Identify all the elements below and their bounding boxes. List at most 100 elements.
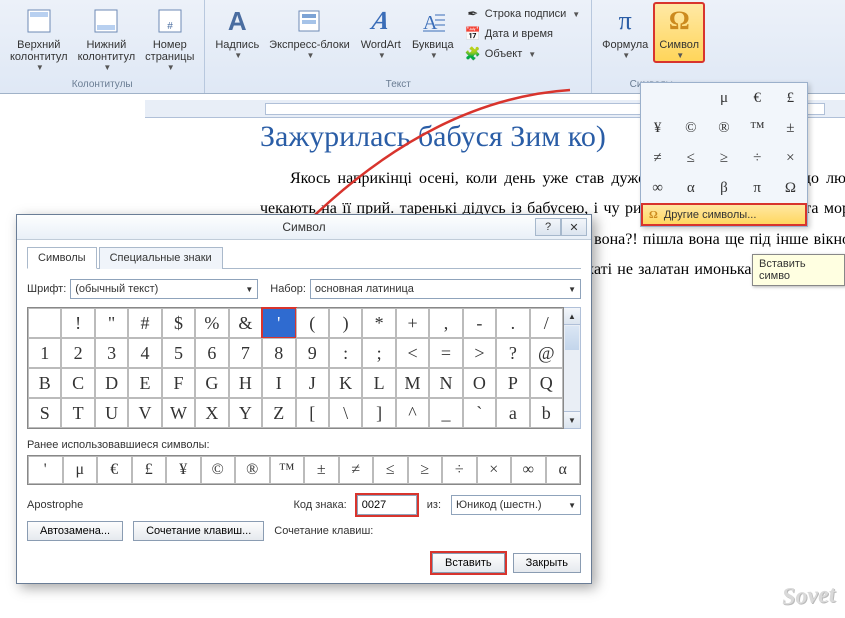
symbol-cell[interactable]: ™ [741, 113, 774, 143]
char-cell[interactable]: H [229, 368, 262, 398]
char-cell[interactable]: _ [429, 398, 462, 428]
char-cell[interactable]: < [396, 338, 429, 368]
insert-button[interactable]: Вставить [432, 553, 505, 573]
from-combo[interactable]: Юникод (шестн.)▼ [451, 495, 581, 515]
symbol-cell[interactable]: π [741, 173, 774, 203]
char-cell[interactable]: : [329, 338, 362, 368]
char-cell[interactable]: 2 [61, 338, 94, 368]
char-cell[interactable]: D [95, 368, 128, 398]
char-cell[interactable]: L [362, 368, 395, 398]
char-cell[interactable]: + [396, 308, 429, 338]
dialog-titlebar[interactable]: Символ ? ✕ [17, 215, 591, 240]
equation-button[interactable]: π Формула▼ [598, 3, 652, 62]
scroll-up-button[interactable]: ▲ [564, 308, 580, 325]
char-cell[interactable]: 8 [262, 338, 295, 368]
char-cell[interactable]: F [162, 368, 195, 398]
recent-char-cell[interactable]: μ [63, 456, 98, 484]
footer-button[interactable]: Нижний колонтитул▼ [74, 3, 140, 74]
recent-char-cell[interactable]: × [477, 456, 512, 484]
close-window-button[interactable]: ✕ [561, 218, 587, 236]
symbol-button[interactable]: Ω Символ▼ [654, 3, 704, 62]
char-cell[interactable]: ^ [396, 398, 429, 428]
dropcap-button[interactable]: A Буквица▼ [408, 3, 458, 62]
char-cell[interactable]: Q [530, 368, 563, 398]
scrollbar[interactable]: ▲ ▼ [564, 307, 581, 429]
symbol-cell[interactable]: ® [707, 113, 740, 143]
recent-char-cell[interactable]: € [97, 456, 132, 484]
symbol-cell[interactable]: £ [774, 83, 807, 113]
char-cell[interactable]: ] [362, 398, 395, 428]
char-cell[interactable]: \ [329, 398, 362, 428]
shortcut-button[interactable]: Сочетание клавиш... [133, 521, 264, 541]
char-cell[interactable]: 4 [128, 338, 161, 368]
recent-char-cell[interactable]: ' [28, 456, 63, 484]
char-cell[interactable]: 1 [28, 338, 61, 368]
symbol-cell[interactable]: ≥ [707, 143, 740, 173]
char-cell[interactable]: ; [362, 338, 395, 368]
recent-char-cell[interactable]: ™ [270, 456, 305, 484]
char-cell[interactable]: ` [463, 398, 496, 428]
symbol-cell[interactable]: × [774, 143, 807, 173]
char-cell[interactable]: = [429, 338, 462, 368]
symbol-cell[interactable]: ≠ [641, 143, 674, 173]
recent-char-cell[interactable]: © [201, 456, 236, 484]
char-cell[interactable]: / [530, 308, 563, 338]
char-cell[interactable]: G [195, 368, 228, 398]
textbox-button[interactable]: A Надпись▼ [211, 3, 263, 62]
char-cell[interactable]: > [463, 338, 496, 368]
char-cell[interactable] [28, 308, 61, 338]
char-cell[interactable]: K [329, 368, 362, 398]
char-cell[interactable]: B [28, 368, 61, 398]
char-cell[interactable]: ' [262, 308, 295, 338]
char-cell[interactable]: U [95, 398, 128, 428]
autocorrect-button[interactable]: Автозамена... [27, 521, 123, 541]
char-cell[interactable]: ? [496, 338, 529, 368]
char-cell[interactable]: # [128, 308, 161, 338]
recent-char-cell[interactable]: ≤ [373, 456, 408, 484]
recent-char-cell[interactable]: ≠ [339, 456, 374, 484]
symbol-cell[interactable] [674, 83, 707, 113]
symbol-cell[interactable]: μ [707, 83, 740, 113]
char-cell[interactable]: , [429, 308, 462, 338]
char-cell[interactable]: " [95, 308, 128, 338]
char-cell[interactable]: & [229, 308, 262, 338]
char-cell[interactable]: [ [296, 398, 329, 428]
char-cell[interactable]: C [61, 368, 94, 398]
symbol-cell[interactable]: β [707, 173, 740, 203]
date-time-button[interactable]: 📅Дата и время [462, 25, 583, 43]
header-button[interactable]: Верхний колонтитул▼ [6, 3, 72, 74]
symbol-cell[interactable]: © [674, 113, 707, 143]
char-cell[interactable]: ( [296, 308, 329, 338]
char-cell[interactable]: Y [229, 398, 262, 428]
symbol-cell[interactable]: € [741, 83, 774, 113]
char-cell[interactable]: P [496, 368, 529, 398]
char-cell[interactable]: M [396, 368, 429, 398]
char-cell[interactable]: O [463, 368, 496, 398]
scroll-thumb[interactable] [565, 326, 579, 350]
char-cell[interactable]: J [296, 368, 329, 398]
help-button[interactable]: ? [535, 218, 561, 236]
quickparts-button[interactable]: Экспресс-блоки▼ [265, 3, 354, 62]
char-cell[interactable]: Z [262, 398, 295, 428]
symbol-cell[interactable]: Ω [774, 173, 807, 203]
more-symbols-button[interactable]: Ω Другие символы... [641, 203, 807, 226]
char-cell[interactable]: 3 [95, 338, 128, 368]
char-cell[interactable]: E [128, 368, 161, 398]
recent-char-cell[interactable]: ∞ [511, 456, 546, 484]
symbol-cell[interactable]: ∞ [641, 173, 674, 203]
symbol-cell[interactable]: ± [774, 113, 807, 143]
symbol-cell[interactable]: ¥ [641, 113, 674, 143]
tab-special[interactable]: Специальные знаки [99, 247, 223, 269]
wordart-button[interactable]: A WordArt▼ [356, 3, 406, 62]
char-cell[interactable]: * [362, 308, 395, 338]
char-cell[interactable]: V [128, 398, 161, 428]
char-cell[interactable]: 9 [296, 338, 329, 368]
char-cell[interactable]: 5 [162, 338, 195, 368]
char-cell[interactable]: T [61, 398, 94, 428]
symbol-cell[interactable] [641, 83, 674, 113]
scroll-down-button[interactable]: ▼ [564, 411, 580, 428]
page-number-button[interactable]: # Номер страницы▼ [141, 3, 198, 74]
char-cell[interactable]: % [195, 308, 228, 338]
char-cell[interactable]: I [262, 368, 295, 398]
recent-char-cell[interactable]: ± [304, 456, 339, 484]
